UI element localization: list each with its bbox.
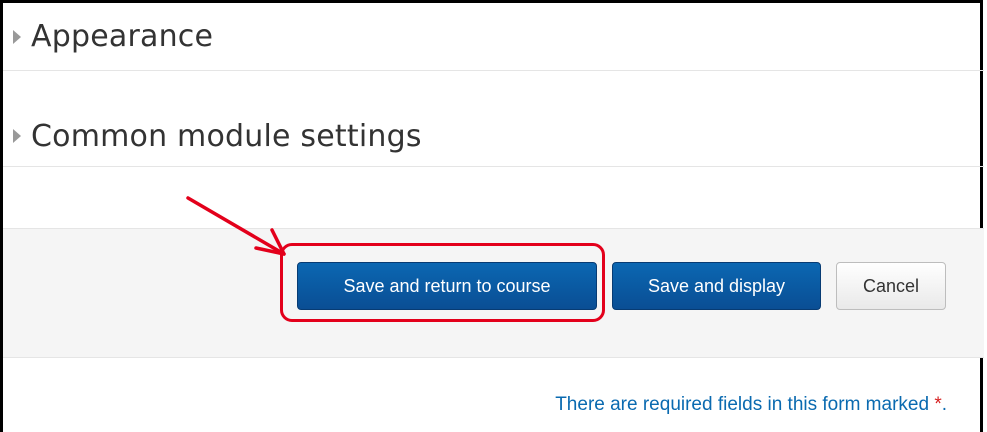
save-and-display-button[interactable]: Save and display [612, 262, 821, 310]
cancel-button[interactable]: Cancel [836, 262, 946, 310]
section-appearance[interactable]: Appearance [3, 3, 984, 71]
expand-caret-icon[interactable] [13, 29, 21, 44]
required-fields-note: There are required fields in this form m… [555, 394, 947, 416]
section-title-appearance[interactable]: Appearance [31, 19, 213, 54]
section-common-module-settings[interactable]: Common module settings [3, 70, 984, 167]
section-header[interactable]: Appearance [3, 19, 213, 54]
required-star-icon: * [934, 394, 942, 415]
section-header[interactable]: Common module settings [3, 119, 422, 154]
section-title-common[interactable]: Common module settings [31, 119, 422, 154]
annotation-highlight-box [280, 243, 605, 322]
required-note-period: . [941, 394, 947, 415]
annotation-arrow-icon [186, 196, 286, 256]
expand-caret-icon[interactable] [13, 129, 21, 143]
required-note-text: There are required fields in this form m… [555, 394, 930, 415]
